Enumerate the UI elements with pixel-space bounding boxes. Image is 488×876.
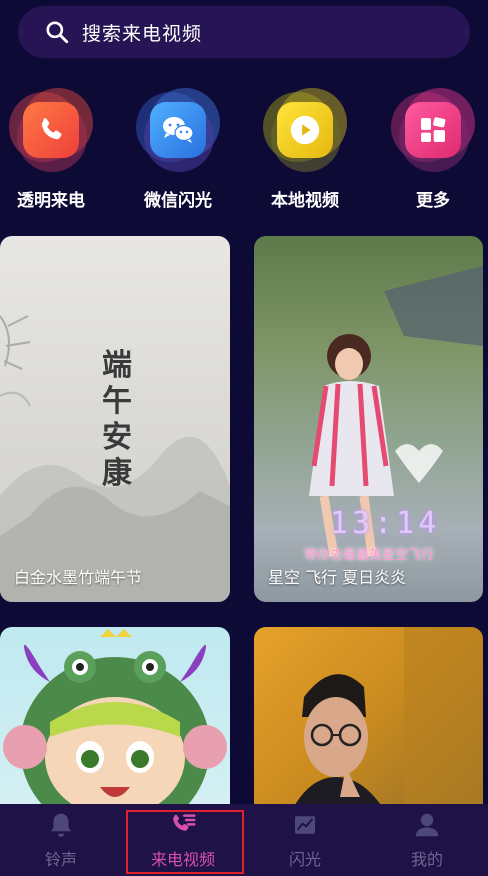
entry-more[interactable]: 更多 — [383, 88, 483, 211]
tab-mine[interactable]: 我的 — [366, 804, 488, 876]
card-caption: 白金水墨竹端午节 — [14, 568, 143, 587]
entry-label: 本地视频 — [271, 191, 339, 211]
entry-label: 透明来电 — [17, 191, 85, 211]
tab-ringtone[interactable]: 铃声 — [0, 804, 122, 876]
grid-icon — [421, 117, 446, 142]
card-caption: 星空 飞行 夏日炎炎 — [268, 568, 407, 587]
tab-label: 铃声 — [44, 850, 77, 869]
bell-icon — [51, 813, 71, 837]
chart-icon — [295, 816, 315, 834]
cartoon-art — [3, 629, 227, 827]
quick-entries: 透明来电 微信闪光 本地视频 更多 — [0, 88, 488, 213]
tab-bar: 铃声 来电视频 闪光 我的 — [0, 804, 488, 876]
card-overlay-text: 带你去看最美星空飞行 — [304, 548, 435, 563]
video-card[interactable] — [254, 627, 483, 827]
play-icon — [290, 115, 320, 145]
user-icon — [415, 813, 439, 837]
search-placeholder: 搜索来电视频 — [82, 22, 203, 45]
tab-label: 闪光 — [288, 850, 321, 869]
entry-wechat-flash[interactable]: 微信闪光 — [128, 88, 228, 211]
card-art-text: 端午安康 — [102, 348, 132, 491]
wechat-icon — [163, 117, 194, 143]
portrait-art — [284, 627, 483, 827]
tab-flash[interactable]: 闪光 — [244, 804, 366, 876]
entry-label: 更多 — [416, 191, 450, 211]
entry-local-video[interactable]: 本地视频 — [255, 88, 355, 211]
entry-transparent-call[interactable]: 透明来电 — [1, 88, 101, 211]
video-card[interactable]: 端午安康 白金水墨竹端午节 — [0, 236, 230, 602]
card-clock: 13:14 — [330, 506, 441, 541]
search-bar[interactable]: 搜索来电视频 — [18, 6, 470, 58]
search-icon — [46, 21, 69, 44]
entry-label: 微信闪光 — [144, 191, 212, 211]
tab-label: 我的 — [410, 850, 443, 869]
video-card[interactable] — [0, 627, 230, 827]
active-tab-highlight — [126, 810, 244, 874]
video-card[interactable]: 13:14 带你去看最美星空飞行 星空 飞行 夏日炎炎 — [254, 236, 483, 602]
phone-icon — [41, 118, 62, 140]
